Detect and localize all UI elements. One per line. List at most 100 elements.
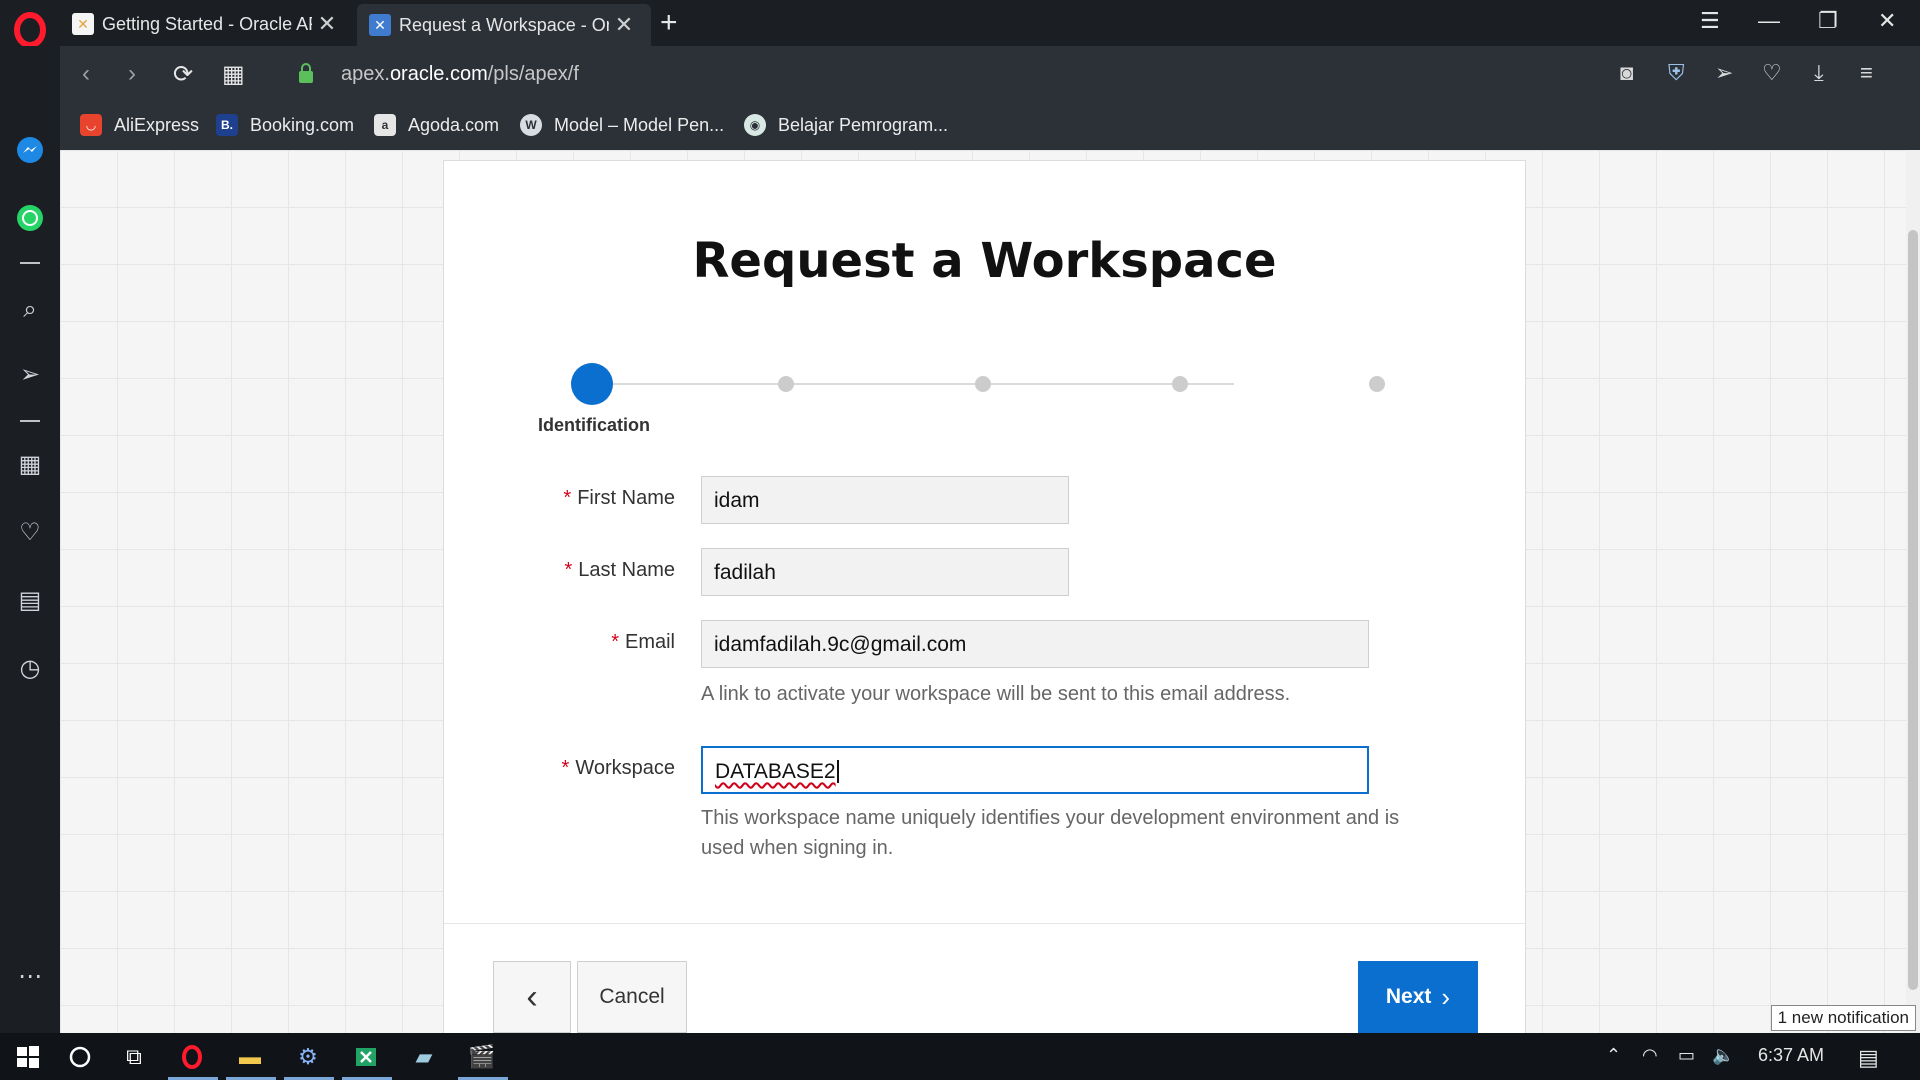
workspace-value: DATABASE2 [715,760,836,783]
required-marker: * [564,559,573,581]
task-view-icon[interactable]: ⧉ [118,1041,150,1073]
back-icon[interactable]: ‹ [82,60,90,88]
more-icon[interactable]: ⋯ [12,958,48,994]
lock-icon[interactable] [298,62,314,84]
search-icon[interactable]: ⌕ [12,292,48,328]
video-editor-icon[interactable]: 🎬 [466,1041,498,1073]
oracle-apex-favicon-icon: ✕ [369,14,391,36]
next-button[interactable]: Next › [1358,961,1478,1033]
url-prefix: apex. [341,63,390,85]
chevron-right-icon: › [1441,981,1451,1012]
heart-icon[interactable]: ♡ [1762,60,1782,86]
booking-icon: B. [216,114,238,136]
required-marker: * [561,757,570,779]
previous-button[interactable]: ‹ [493,961,571,1033]
url-field[interactable]: apex.oracle.com/pls/apex/f [341,63,579,86]
scrollbar[interactable] [1906,150,1920,1033]
required-marker: * [563,487,572,509]
page-title: Request a Workspace [692,233,1277,289]
adblock-shield-icon[interactable]: ⛨ [1668,60,1685,86]
last-name-input[interactable]: fadilah [701,548,1069,596]
speed-dial-icon[interactable]: ▦ [222,60,245,89]
heart-icon[interactable]: ♡ [12,514,48,550]
opera-logo-icon[interactable] [10,10,50,50]
whatsapp-icon[interactable] [12,200,48,236]
tab-title: Request a Workspace - Ora [399,14,609,35]
tab-getting-started[interactable]: ✕ Getting Started - Oracle AP ✕ [60,4,355,44]
new-tab-icon[interactable]: + [660,6,678,40]
cortana-search-icon[interactable] [64,1041,96,1073]
windows-taskbar: ⧉ ▬ ⚙ ▰ 🎬 ⌃ ◠ ▭ 🔈 6:37 AM ▤ [0,1033,1920,1080]
wifi-icon[interactable]: ◠ [1642,1045,1658,1066]
browser-sidebar: ⌕ ➢ ▦ ♡ ▤ ◷ ⋯ [0,46,60,1033]
footer-divider [444,923,1525,924]
email-label: * Email [611,631,675,654]
windows-start-icon[interactable] [12,1041,44,1073]
volume-icon[interactable]: 🔈 [1712,1045,1734,1066]
clock[interactable]: 6:37 AM [1758,1045,1824,1066]
minimize-icon[interactable]: — [1758,8,1780,34]
forward-icon[interactable]: › [128,60,136,88]
bookmark-label: AliExpress [114,114,200,135]
easy-setup-icon[interactable]: ≡ [1860,60,1873,86]
bookmark-booking[interactable]: B. Booking.com [216,114,354,136]
cancel-button[interactable]: Cancel [577,961,687,1033]
news-icon[interactable]: ▤ [12,582,48,618]
close-tab-icon[interactable]: ✕ [312,11,342,37]
tab-title: Getting Started - Oracle AP [102,13,312,34]
email-input[interactable]: idamfadilah.9c@gmail.com [701,620,1369,668]
snapshot-icon[interactable]: ◙ [1620,60,1633,86]
bookmark-agoda[interactable]: a Agoda.com [374,114,499,136]
workspace-help-text: This workspace name uniquely identifies … [701,803,1399,863]
restore-icon[interactable]: ❐ [1818,8,1838,34]
speed-dial-icon[interactable]: ▦ [12,446,48,482]
workspace-help-line: used when signing in. [701,837,894,859]
bookmark-label: Agoda.com [408,114,500,135]
label-text: Email [624,631,675,653]
wizard-step-5 [1369,376,1385,392]
url-domain: oracle.com [389,63,488,85]
history-icon[interactable]: ◷ [12,650,48,686]
tab-request-workspace[interactable]: ✕ Request a Workspace - Ora ✕ [357,4,651,46]
bookmark-label: Belajar Pemrogram... [778,114,949,135]
excel-icon[interactable] [350,1041,382,1073]
browser-tab-bar: ✕ Getting Started - Oracle AP ✕ ✕ Reques… [0,0,1920,48]
download-icon[interactable]: ⤓ [1814,60,1824,86]
close-window-icon[interactable]: ✕ [1878,8,1896,34]
first-name-input[interactable]: idam [701,476,1069,524]
opera-taskbar-icon[interactable] [176,1041,208,1073]
file-explorer-icon[interactable]: ▬ [234,1041,266,1073]
address-bar: ‹ › ⟳ ▦ apex.oracle.com/pls/apex/f ◙ ⛨ ➢… [60,46,1920,104]
close-tab-icon[interactable]: ✕ [609,12,639,38]
action-center-icon[interactable]: ▤ [1858,1045,1879,1071]
battery-icon[interactable]: ▭ [1678,1045,1695,1066]
send-icon[interactable]: ➢ [1715,60,1733,86]
text-cursor [836,760,839,783]
workspace-label: * Workspace [562,757,675,780]
request-workspace-card: Request a Workspace Identification * Firs… [443,160,1526,1033]
show-hidden-icons-icon[interactable]: ⌃ [1606,1045,1621,1066]
oracle-apex-favicon-icon: ✕ [72,13,94,35]
page-viewport: Request a Workspace Identification * Firs… [60,150,1920,1033]
steam-icon[interactable]: ⚙ [292,1041,324,1073]
bookmark-aliexpress[interactable]: ◡ AliExpress [80,114,199,136]
agoda-icon: a [374,114,396,136]
wizard-step-2 [778,376,794,392]
send-icon[interactable]: ➢ [12,356,48,392]
notification-toast[interactable]: 1 new notification [1770,1005,1916,1031]
label-text: First Name [577,487,675,509]
messenger-icon[interactable] [12,132,48,168]
email-help-text: A link to activate your workspace will b… [701,683,1291,705]
aliexpress-icon: ◡ [80,114,102,136]
tab-menu-icon[interactable]: ☰ [1700,8,1720,34]
bookmark-model[interactable]: W Model – Model Pen... [520,114,724,136]
wizard-step-4 [1172,376,1188,392]
bookmark-belajar[interactable]: ◉ Belajar Pemrogram... [744,114,948,136]
bookmark-label: Model – Model Pen... [554,114,725,135]
wizard-step-label: Identification [538,415,650,435]
workspace-input[interactable]: DATABASE2 [701,746,1369,794]
notepad-icon[interactable]: ▰ [408,1041,440,1073]
last-name-label: * Last Name [564,559,675,582]
scrollbar-thumb[interactable] [1908,230,1918,990]
reload-icon[interactable]: ⟳ [173,60,193,89]
